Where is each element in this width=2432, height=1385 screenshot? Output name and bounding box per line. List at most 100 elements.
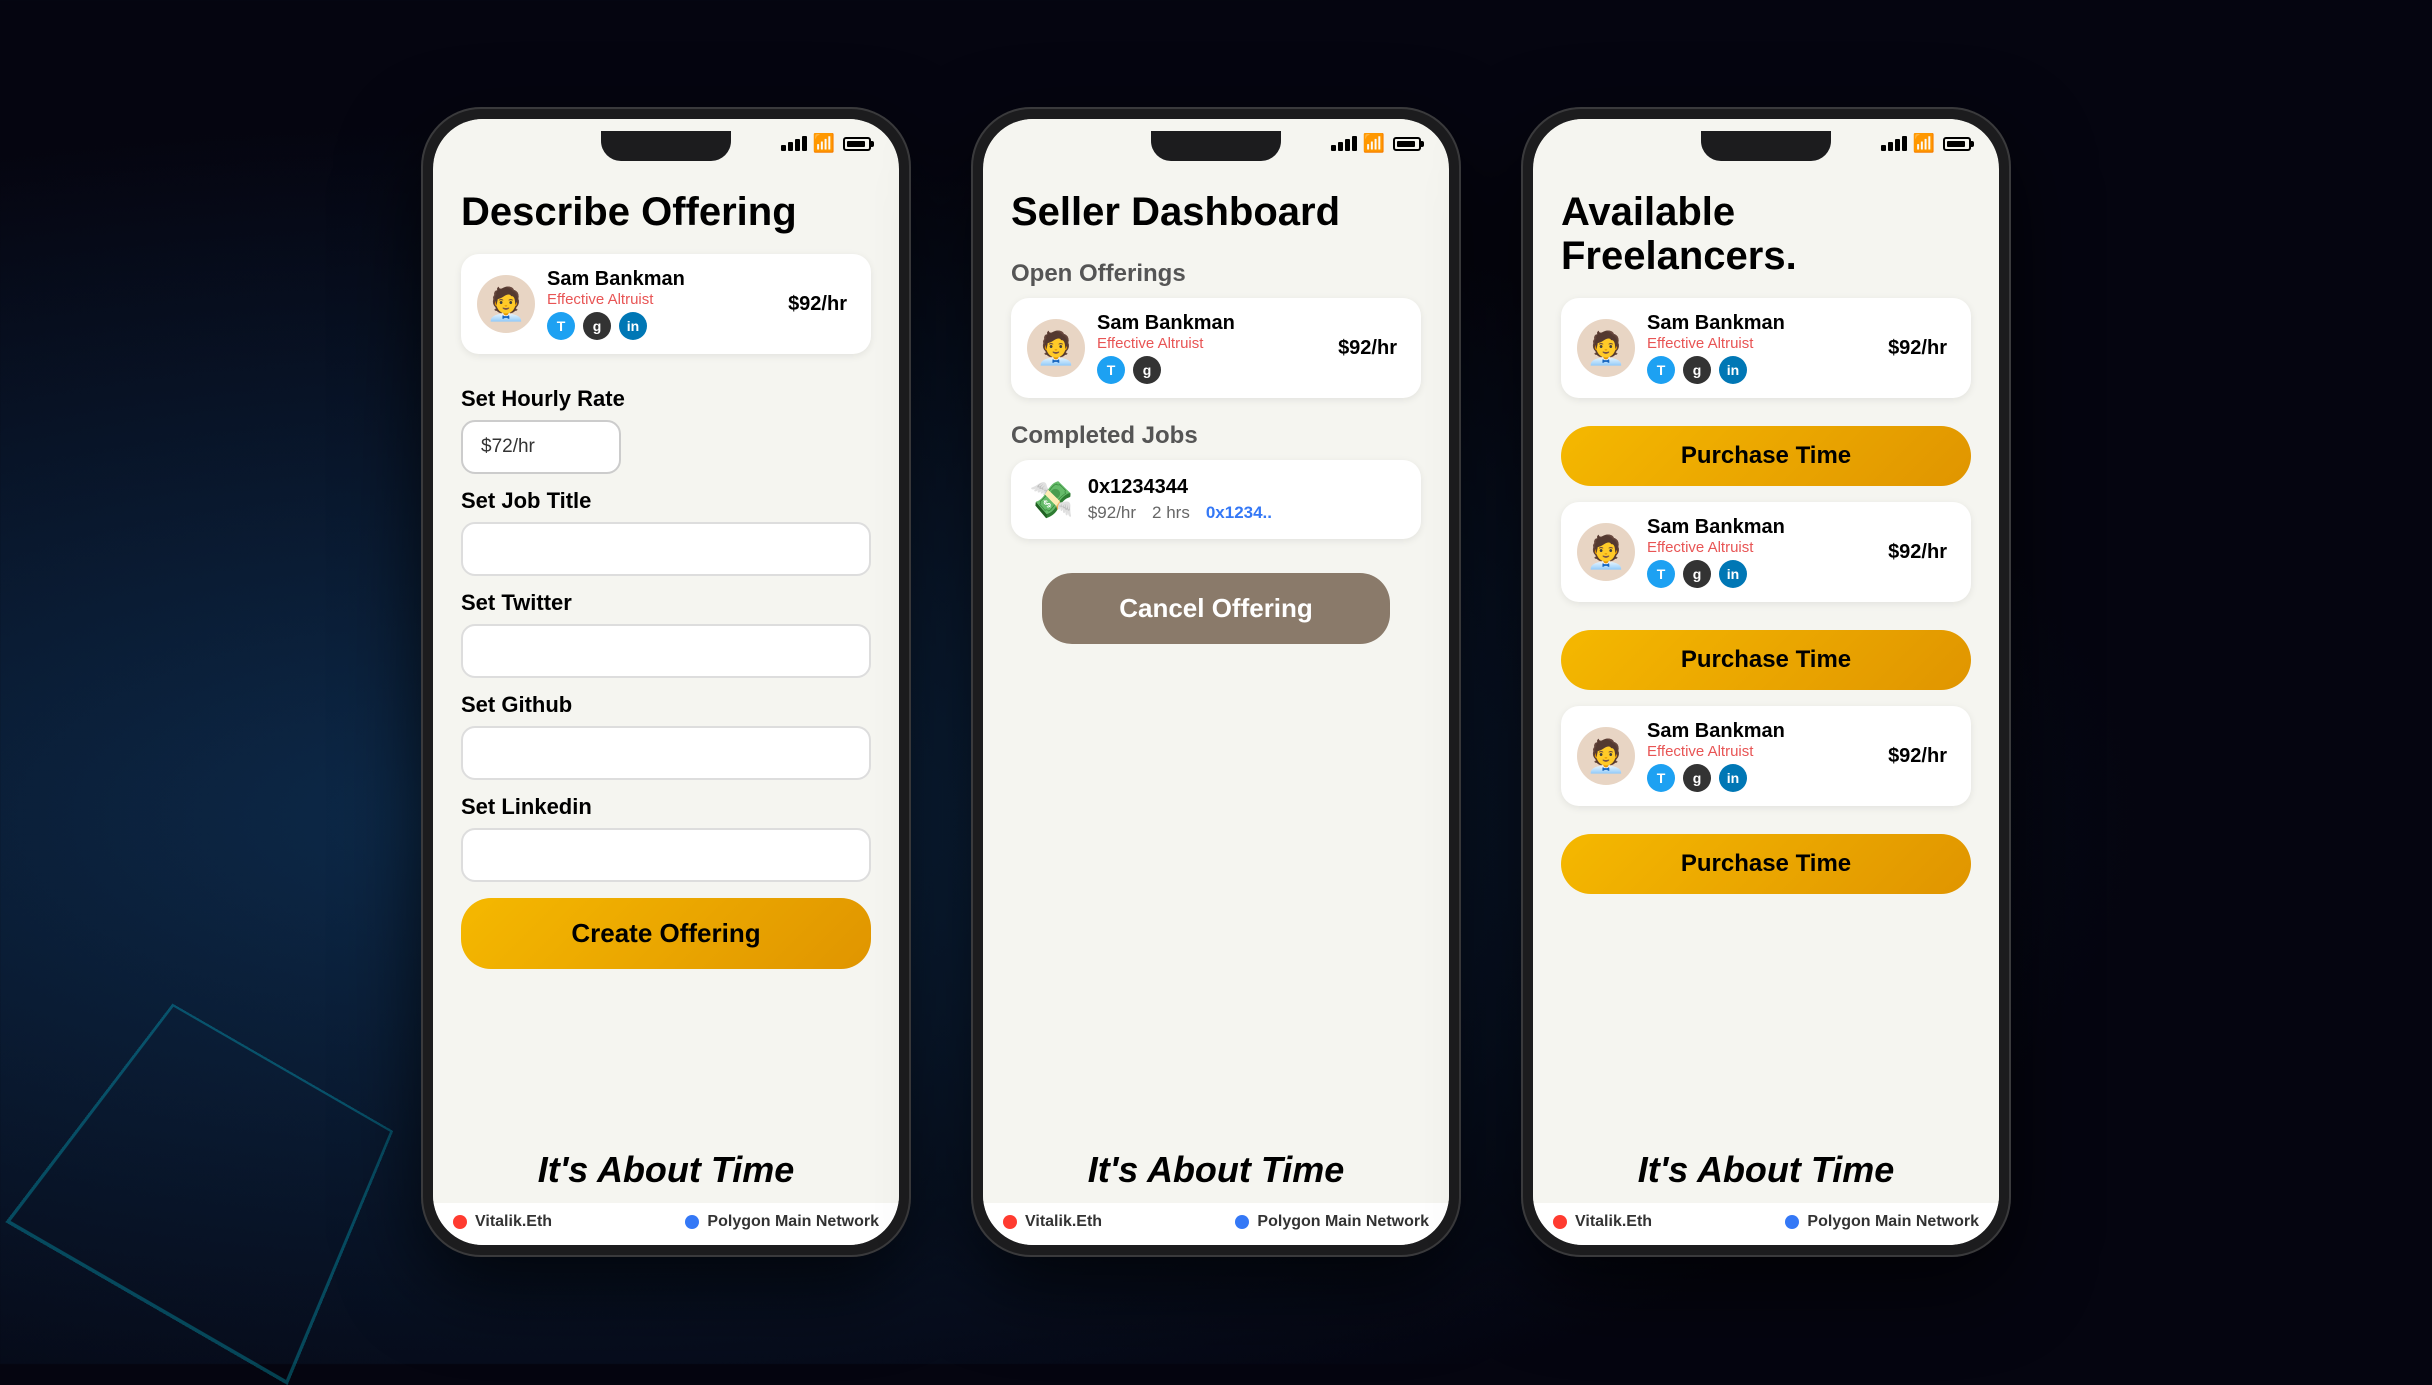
notch-3 [1701, 131, 1831, 161]
profile-card-f1: 🧑‍💼 Sam Bankman Effective Altruist T g i… [1561, 298, 1971, 398]
freelancer-card-2: 🧑‍💼 Sam Bankman Effective Altruist T g i… [1561, 502, 1971, 690]
open-offerings-label: Open Offerings [1011, 260, 1421, 288]
github-icon-f1[interactable]: g [1683, 356, 1711, 384]
twitter-label: Set Twitter [461, 590, 871, 616]
wallet-dot-1 [453, 1215, 467, 1229]
linkedin-icon-f2[interactable]: in [1719, 560, 1747, 588]
profile-card-f2: 🧑‍💼 Sam Bankman Effective Altruist T g i… [1561, 502, 1971, 602]
profile-rate-describe: $92/hr [788, 293, 847, 316]
github-icon-f3[interactable]: g [1683, 764, 1711, 792]
battery-icon-3 [1943, 137, 1971, 151]
freelancer-card-1: 🧑‍💼 Sam Bankman Effective Altruist T g i… [1561, 298, 1971, 486]
hourly-rate-label: Set Hourly Rate [461, 386, 871, 412]
footer-2: Vitalik.Eth Polygon Main Network [983, 1203, 1449, 1245]
profile-name-describe: Sam Bankman [547, 268, 776, 291]
network-label-2: Polygon Main Network [1257, 1213, 1429, 1231]
phone-seller-dashboard: 📶 Seller Dashboard Open Offerings 🧑‍💼 Sa… [971, 107, 1461, 1257]
twitter-icon[interactable]: T [547, 312, 575, 340]
wallet-dot-3 [1553, 1215, 1567, 1229]
network-label-1: Polygon Main Network [707, 1213, 879, 1231]
job-info: 0x1234344 $92/hr 2 hrs 0x1234.. [1088, 476, 1403, 523]
profile-rate-f3: $92/hr [1888, 745, 1947, 768]
profile-info-describe: Sam Bankman Effective Altruist T g in [547, 268, 776, 340]
twitter-input[interactable] [461, 624, 871, 678]
job-title-input[interactable] [461, 522, 871, 576]
avatar-describe: 🧑‍💼 [477, 275, 535, 333]
twitter-icon-f2[interactable]: T [1647, 560, 1675, 588]
linkedin-icon-f1[interactable]: in [1719, 356, 1747, 384]
wifi-icon-3: 📶 [1913, 133, 1935, 154]
profile-name-dashboard: Sam Bankman [1097, 312, 1326, 335]
wallet-dot-2 [1003, 1215, 1017, 1229]
purchase-time-button-1[interactable]: Purchase Time [1561, 426, 1971, 486]
avatar-f1: 🧑‍💼 [1577, 319, 1635, 377]
linkedin-input[interactable] [461, 828, 871, 882]
avatar-f2: 🧑‍💼 [1577, 523, 1635, 581]
page-title-dashboard: Seller Dashboard [1011, 190, 1421, 234]
tagline-2: It's About Time [983, 1139, 1449, 1203]
github-label: Set Github [461, 692, 871, 718]
job-hours: 2 hrs [1152, 503, 1190, 523]
profile-name-f2: Sam Bankman [1647, 516, 1876, 539]
signal-bars-icon [781, 136, 807, 151]
github-icon-dashboard[interactable]: g [1133, 356, 1161, 384]
twitter-icon-f1[interactable]: T [1647, 356, 1675, 384]
cancel-offering-button[interactable]: Cancel Offering [1042, 573, 1391, 644]
profile-rate-f2: $92/hr [1888, 541, 1947, 564]
github-icon[interactable]: g [583, 312, 611, 340]
profile-name-f3: Sam Bankman [1647, 720, 1876, 743]
wifi-icon-2: 📶 [1363, 133, 1385, 154]
twitter-icon-dashboard[interactable]: T [1097, 356, 1125, 384]
signal-bars-icon-2 [1331, 136, 1357, 151]
job-emoji: 💸 [1029, 479, 1074, 521]
profile-subtitle-f3: Effective Altruist [1647, 743, 1876, 760]
profile-card-f3: 🧑‍💼 Sam Bankman Effective Altruist T g i… [1561, 706, 1971, 806]
wallet-label-2: Vitalik.Eth [1025, 1213, 1102, 1231]
profile-subtitle-dashboard: Effective Altruist [1097, 335, 1326, 352]
hourly-rate-input[interactable] [461, 420, 621, 474]
battery-icon [843, 137, 871, 151]
github-icon-f2[interactable]: g [1683, 560, 1711, 588]
tagline-3: It's About Time [1533, 1139, 1999, 1203]
network-dot-3 [1785, 1215, 1799, 1229]
profile-info-f2: Sam Bankman Effective Altruist T g in [1647, 516, 1876, 588]
completed-jobs-label: Completed Jobs [1011, 422, 1421, 450]
wallet-label-1: Vitalik.Eth [475, 1213, 552, 1231]
linkedin-icon-f3[interactable]: in [1719, 764, 1747, 792]
profile-subtitle-f2: Effective Altruist [1647, 539, 1876, 556]
linkedin-label: Set Linkedin [461, 794, 871, 820]
footer-3: Vitalik.Eth Polygon Main Network [1533, 1203, 1999, 1245]
purchase-time-button-3[interactable]: Purchase Time [1561, 834, 1971, 894]
profile-info-f1: Sam Bankman Effective Altruist T g in [1647, 312, 1876, 384]
network-dot-2 [1235, 1215, 1249, 1229]
purchase-time-button-2[interactable]: Purchase Time [1561, 630, 1971, 690]
page-title-freelancers: Available Freelancers. [1561, 190, 1971, 278]
phone-describe-offering: 📶 Describe Offering 🧑‍💼 Sam Bankman Effe… [421, 107, 911, 1257]
linkedin-icon[interactable]: in [619, 312, 647, 340]
twitter-icon-f3[interactable]: T [1647, 764, 1675, 792]
job-title-label: Set Job Title [461, 488, 871, 514]
network-dot-1 [685, 1215, 699, 1229]
profile-card-describe: 🧑‍💼 Sam Bankman Effective Altruist T g i… [461, 254, 871, 354]
job-card: 💸 0x1234344 $92/hr 2 hrs 0x1234.. [1011, 460, 1421, 539]
open-offering-card: 🧑‍💼 Sam Bankman Effective Altruist T g $… [1011, 298, 1421, 398]
battery-icon-2 [1393, 137, 1421, 151]
profile-rate-f1: $92/hr [1888, 337, 1947, 360]
footer-1: Vitalik.Eth Polygon Main Network [433, 1203, 899, 1245]
network-label-3: Polygon Main Network [1807, 1213, 1979, 1231]
github-input[interactable] [461, 726, 871, 780]
job-address[interactable]: 0x1234.. [1206, 503, 1272, 523]
create-offering-button[interactable]: Create Offering [461, 898, 871, 969]
profile-info-f3: Sam Bankman Effective Altruist T g in [1647, 720, 1876, 792]
job-id: 0x1234344 [1088, 476, 1403, 499]
avatar-dashboard: 🧑‍💼 [1027, 319, 1085, 377]
phone-available-freelancers: 📶 Available Freelancers. 🧑‍💼 Sam Bankman… [1521, 107, 2011, 1257]
wifi-icon: 📶 [813, 133, 835, 154]
wallet-label-3: Vitalik.Eth [1575, 1213, 1652, 1231]
profile-subtitle-describe: Effective Altruist [547, 291, 776, 308]
notch-2 [1151, 131, 1281, 161]
tagline-1: It's About Time [433, 1139, 899, 1203]
job-rate: $92/hr [1088, 503, 1136, 523]
profile-name-f1: Sam Bankman [1647, 312, 1876, 335]
signal-bars-icon-3 [1881, 136, 1907, 151]
